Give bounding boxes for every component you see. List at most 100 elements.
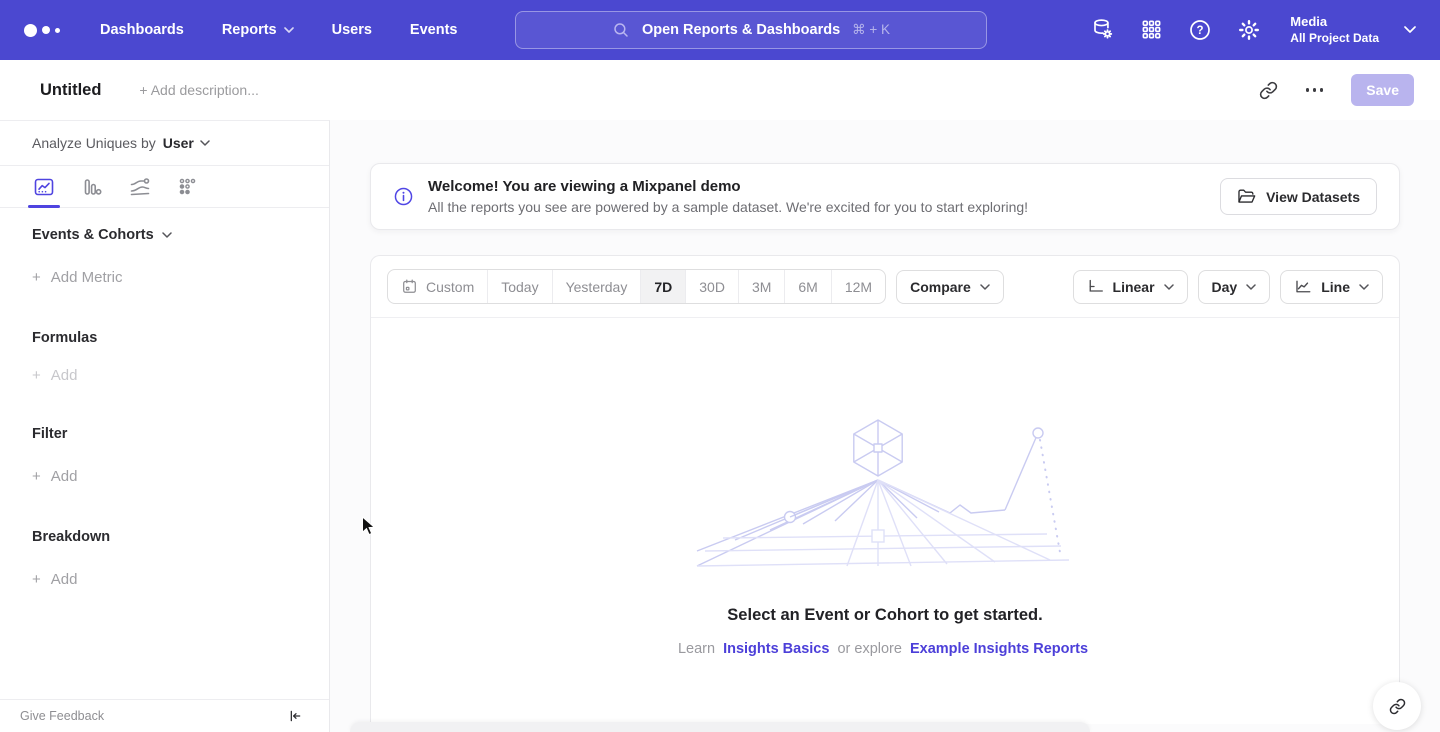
chart-type-label: Line <box>1321 279 1350 295</box>
line-chart-icon <box>1294 279 1312 294</box>
range-3m[interactable]: 3M <box>738 270 784 303</box>
report-title[interactable]: Untitled <box>40 81 101 100</box>
settings-gear-icon[interactable] <box>1237 18 1261 42</box>
share-link-fab[interactable] <box>1373 682 1421 730</box>
tab-metrics-grid[interactable] <box>172 166 204 207</box>
top-nav: Dashboards Reports Users Events Open Rep… <box>0 0 1440 60</box>
collapse-sidebar-icon[interactable] <box>287 708 303 724</box>
help-icon[interactable]: ? <box>1188 18 1212 42</box>
main-nav: Dashboards Reports Users Events <box>100 22 457 38</box>
tab-insights-line[interactable] <box>28 166 60 207</box>
range-30d[interactable]: 30D <box>685 270 738 303</box>
svg-text:?: ? <box>1197 25 1204 37</box>
chevron-down-icon <box>200 140 210 146</box>
scale-dropdown[interactable]: Linear <box>1073 270 1188 304</box>
banner-text: Welcome! You are viewing a Mixpanel demo… <box>428 178 1028 215</box>
events-cohorts-header[interactable]: Events & Cohorts <box>32 227 297 243</box>
nav-dashboards[interactable]: Dashboards <box>100 22 184 38</box>
analyze-uniques-row: Analyze Uniques by User <box>0 121 329 166</box>
project-scope: All Project Data <box>1290 31 1379 47</box>
or-explore-text: or explore <box>837 641 901 657</box>
range-custom[interactable]: Custom <box>388 270 487 303</box>
plus-icon: + <box>32 269 41 286</box>
view-datasets-button[interactable]: View Datasets <box>1220 178 1377 215</box>
data-management-icon[interactable] <box>1090 17 1115 42</box>
formulas-header: Formulas <box>32 330 297 346</box>
tab-flow-chart[interactable] <box>124 166 156 207</box>
folder-icon <box>1237 188 1256 205</box>
save-button[interactable]: Save <box>1351 74 1414 106</box>
add-breakdown-button[interactable]: + Add <box>32 571 297 588</box>
interval-label: Day <box>1212 279 1238 295</box>
mixpanel-logo[interactable] <box>24 24 60 37</box>
range-12m[interactable]: 12M <box>831 270 885 303</box>
breakdown-header: Breakdown <box>32 529 297 545</box>
chevron-down-icon <box>1164 284 1174 290</box>
global-search-input[interactable]: Open Reports & Dashboards ⌘ + K <box>515 11 987 49</box>
report-description-placeholder[interactable]: + Add description... <box>139 82 258 98</box>
empty-state-illustration <box>695 418 1075 568</box>
plus-icon: + <box>32 468 41 485</box>
search-shortcut: ⌘ + K <box>852 22 890 38</box>
range-7d-label: 7D <box>654 279 672 295</box>
scale-label: Linear <box>1113 279 1155 295</box>
add-metric-label: Add Metric <box>51 269 123 286</box>
sidebar-footer: Give Feedback <box>0 699 329 732</box>
search-icon <box>612 21 630 39</box>
chevron-down-icon <box>162 232 172 238</box>
nav-reports[interactable]: Reports <box>222 22 294 38</box>
info-icon <box>393 186 414 207</box>
empty-state: Select an Event or Cohort to get started… <box>371 318 1399 657</box>
analyze-value: User <box>163 135 194 151</box>
range-7d[interactable]: 7D <box>640 270 685 303</box>
top-nav-right: ? Media All Project Data <box>1090 14 1416 46</box>
range-yesterday[interactable]: Yesterday <box>552 270 641 303</box>
dots-grid-icon <box>177 176 199 198</box>
range-today[interactable]: Today <box>487 270 551 303</box>
chevron-down-icon <box>1359 284 1369 290</box>
main-area: Welcome! You are viewing a Mixpanel demo… <box>330 120 1440 732</box>
search-placeholder: Open Reports & Dashboards <box>642 22 840 38</box>
chart-type-dropdown[interactable]: Line <box>1280 270 1383 304</box>
range-today-label: Today <box>501 279 538 295</box>
bottom-panel-edge[interactable] <box>350 722 1090 732</box>
add-metric-button[interactable]: + Add Metric <box>32 269 297 286</box>
breakdown-label: Breakdown <box>32 529 110 545</box>
chart-display-controls: Linear Day Line <box>1073 270 1383 304</box>
example-insights-reports-link[interactable]: Example Insights Reports <box>910 641 1088 657</box>
axis-icon <box>1087 279 1104 294</box>
project-selector[interactable]: Media All Project Data <box>1290 14 1379 46</box>
compare-dropdown[interactable]: Compare <box>896 270 1004 304</box>
nav-users[interactable]: Users <box>332 22 372 38</box>
report-header: Untitled + Add description... Save <box>0 60 1440 120</box>
add-formula-button[interactable]: + Add <box>32 367 297 384</box>
insights-basics-link[interactable]: Insights Basics <box>723 641 829 657</box>
copy-link-icon[interactable] <box>1259 81 1278 100</box>
filter-header: Filter <box>32 426 297 442</box>
range-6m[interactable]: 6M <box>784 270 830 303</box>
nav-events-label: Events <box>410 22 458 38</box>
range-12m-label: 12M <box>845 279 872 295</box>
range-3m-label: 3M <box>752 279 771 295</box>
link-icon <box>1389 698 1406 715</box>
nav-events[interactable]: Events <box>410 22 458 38</box>
project-chevron-down-icon[interactable] <box>1404 26 1416 33</box>
add-filter-label: Add <box>51 468 78 485</box>
calendar-icon <box>401 278 418 295</box>
plus-icon: + <box>32 367 41 384</box>
tab-bar-chart[interactable] <box>76 166 108 207</box>
content: Analyze Uniques by User <box>0 120 1440 732</box>
chevron-down-icon <box>1246 284 1256 290</box>
add-filter-button[interactable]: + Add <box>32 468 297 485</box>
flow-icon <box>129 176 151 198</box>
apps-grid-icon[interactable] <box>1140 18 1163 41</box>
analyze-value-dropdown[interactable]: User <box>163 135 210 151</box>
insights-chart-card: Custom Today Yesterday 7D 30D 3M 6M 12M … <box>370 255 1400 724</box>
analyze-label: Analyze Uniques by <box>32 135 156 151</box>
interval-dropdown[interactable]: Day <box>1198 270 1271 304</box>
line-chart-icon <box>33 176 55 198</box>
give-feedback-link[interactable]: Give Feedback <box>20 709 104 723</box>
add-breakdown-label: Add <box>51 571 78 588</box>
more-options-button[interactable] <box>1302 84 1328 96</box>
empty-state-title: Select an Event or Cohort to get started… <box>727 606 1042 625</box>
